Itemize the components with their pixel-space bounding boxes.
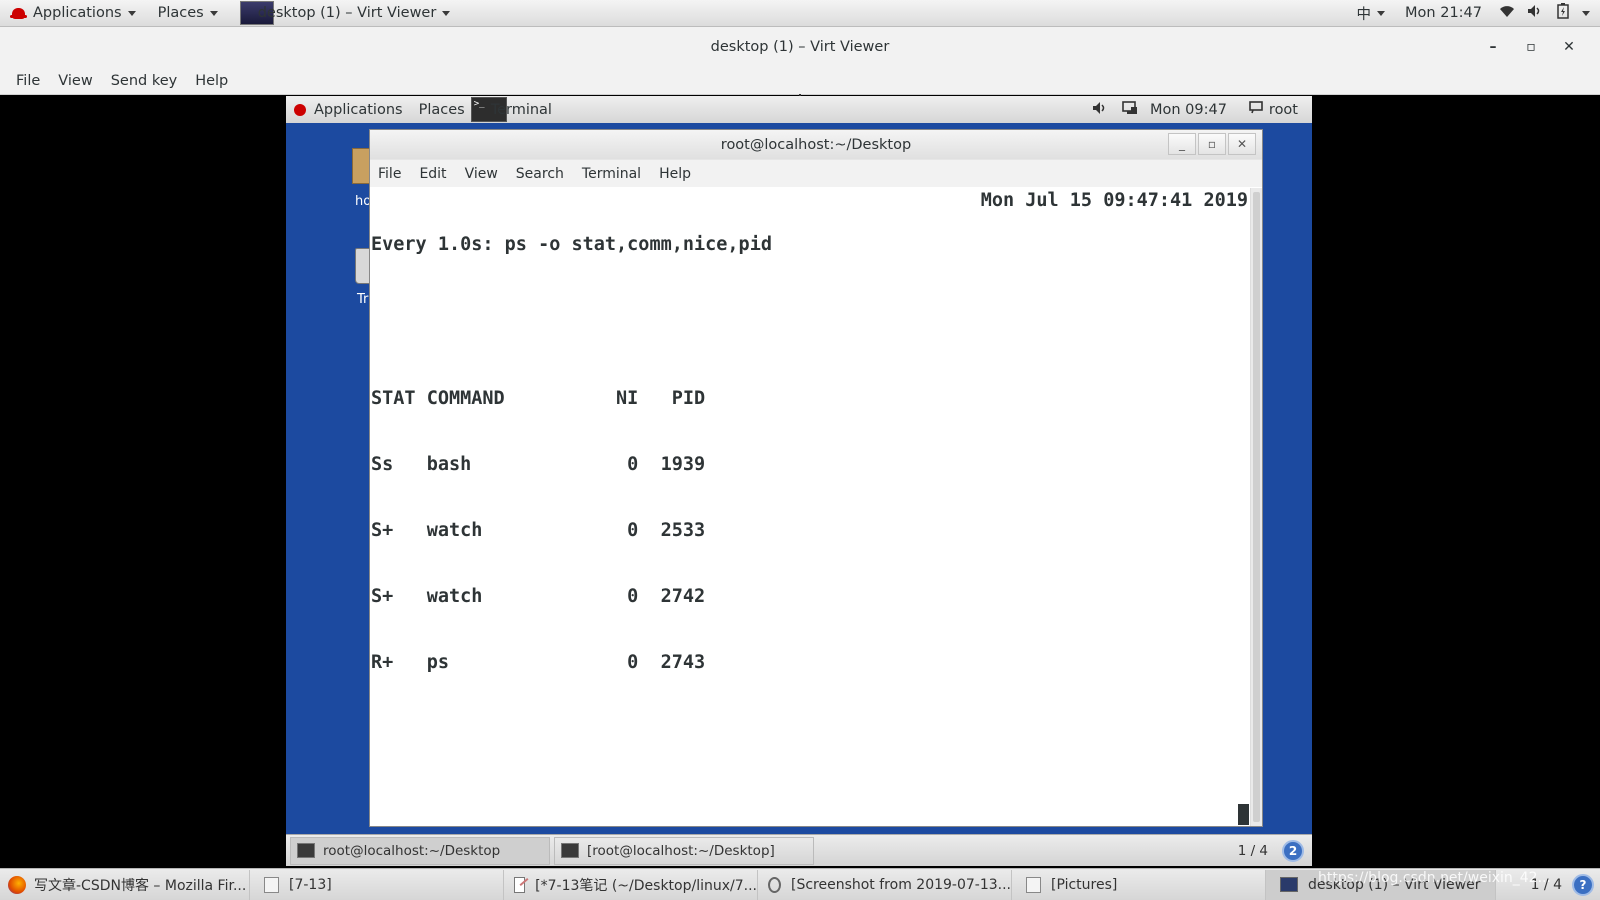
system-menu-chevron-icon[interactable] xyxy=(1582,10,1590,16)
document-icon xyxy=(264,876,279,893)
guest-pager-label: 1 / 4 xyxy=(1237,842,1268,859)
guest-applications-menu[interactable]: Applications xyxy=(314,102,403,118)
host-clock[interactable]: Mon 21:47 xyxy=(1399,0,1488,27)
terminal-icon xyxy=(297,843,315,858)
network-wired-icon[interactable] xyxy=(1122,100,1138,119)
text-cursor xyxy=(1238,804,1249,825)
window-controls: – ▫ ✕ xyxy=(1474,27,1588,67)
watch-timestamp: Mon Jul 15 09:47:41 2019 xyxy=(980,190,1248,211)
host-task-7-13[interactable]: [7-13] xyxy=(250,869,504,900)
virt-viewer-titlebar: desktop (1) – Virt Viewer – ▫ ✕ xyxy=(0,27,1600,67)
input-method-indicator[interactable]: 中 xyxy=(1351,0,1392,27)
chevron-down-icon xyxy=(442,10,451,16)
chevron-down-icon xyxy=(1377,10,1386,16)
redhat-logo-icon xyxy=(10,7,27,19)
terminal-scrollbar[interactable] xyxy=(1250,188,1262,826)
user-icon[interactable] xyxy=(1249,101,1263,118)
terminal-titlebar[interactable]: root@localhost:~/Desktop _ ▫ ✕ xyxy=(370,130,1262,160)
table-row: S+ watch 0 2742 xyxy=(371,586,706,607)
host-task-pictures[interactable]: [Pictures] xyxy=(1012,869,1266,900)
close-button[interactable]: ✕ xyxy=(1550,39,1588,55)
terminal-menu-edit[interactable]: Edit xyxy=(411,166,454,182)
guest-workspace-pager[interactable]: 1 / 4 2 xyxy=(1237,839,1304,862)
table-row: R+ ps 0 2743 xyxy=(371,652,706,673)
text-editor-icon xyxy=(514,876,526,893)
virt-viewer-title: desktop (1) – Virt Viewer xyxy=(710,39,890,55)
input-method-label: 中 xyxy=(1356,6,1372,23)
guest-task-terminal-2[interactable]: [root@localhost:~/Desktop] xyxy=(554,836,814,865)
folder-icon xyxy=(1026,876,1041,893)
terminal-window[interactable]: root@localhost:~/Desktop _ ▫ ✕ File Edit… xyxy=(369,129,1263,827)
guest-status-area: Mon 09:47 root xyxy=(1078,100,1312,119)
host-top-panel: Applications Places desktop (1) – Virt V… xyxy=(0,0,1600,27)
menu-help[interactable]: Help xyxy=(187,73,236,89)
battery-icon[interactable] xyxy=(1554,3,1572,23)
host-notification-icon[interactable]: ? xyxy=(1572,873,1594,896)
guest-terminal-menu[interactable]: Terminal xyxy=(491,102,552,118)
host-applications-label: Applications xyxy=(33,5,122,21)
volume-icon[interactable] xyxy=(1526,4,1544,22)
maximize-button[interactable]: ▫ xyxy=(1512,39,1550,55)
menu-file[interactable]: File xyxy=(8,73,48,89)
virt-viewer-icon xyxy=(1280,877,1298,892)
guest-user-menu[interactable]: root xyxy=(1269,102,1298,118)
terminal-menu-file[interactable]: File xyxy=(370,166,409,182)
wifi-icon[interactable] xyxy=(1498,4,1516,22)
host-task-label: [*7-13笔记 (~/Desktop/linux/7... xyxy=(535,877,757,894)
terminal-window-controls: _ ▫ ✕ xyxy=(1166,133,1256,155)
guest-window-list: root@localhost:~/Desktop [root@localhost… xyxy=(286,834,1312,866)
terminal-menu-search[interactable]: Search xyxy=(508,166,572,182)
host-task-firefox[interactable]: 写文章-CSDN博客 – Mozilla Fir... xyxy=(0,869,250,900)
table-row: Ss bash 0 1939 xyxy=(371,454,706,475)
terminal-icon xyxy=(561,843,579,858)
host-task-screenshot[interactable]: [Screenshot from 2019-07-13... xyxy=(758,869,1012,900)
notification-badge[interactable]: 2 xyxy=(1282,839,1304,862)
guest-top-panel: Applications Places >_ Terminal Mon 09:4… xyxy=(286,96,1312,123)
chevron-down-icon xyxy=(209,10,218,16)
scrollbar-thumb[interactable] xyxy=(1253,192,1260,822)
minimize-button[interactable]: – xyxy=(1474,39,1512,55)
menu-view[interactable]: View xyxy=(50,73,100,89)
terminal-minimize-button[interactable]: _ xyxy=(1168,133,1196,155)
terminal-menu-terminal[interactable]: Terminal xyxy=(574,166,649,182)
redhat-logo-icon xyxy=(294,103,306,116)
host-places-label: Places xyxy=(157,5,204,21)
terminal-close-button[interactable]: ✕ xyxy=(1228,133,1256,155)
virt-viewer-menubar: File View Send key Help xyxy=(0,67,1600,95)
host-task-label: 写文章-CSDN博客 – Mozilla Fir... xyxy=(34,877,247,894)
host-task-label: [Pictures] xyxy=(1051,876,1118,893)
firefox-icon xyxy=(8,875,26,894)
guest-task-label: [root@localhost:~/Desktop] xyxy=(587,842,775,859)
guest-display[interactable]: Applications Places >_ Terminal Mon 09:4… xyxy=(286,96,1312,866)
volume-icon[interactable] xyxy=(1092,101,1108,119)
terminal-menubar: File Edit View Search Terminal Help xyxy=(370,160,1262,187)
host-task-label: [7-13] xyxy=(289,876,332,893)
host-status-area: 中 Mon 21:47 xyxy=(1351,0,1600,27)
host-applications-menu[interactable]: Applications xyxy=(0,0,142,27)
host-task-label: [Screenshot from 2019-07-13... xyxy=(790,876,1011,893)
guest-clock[interactable]: Mon 09:47 xyxy=(1150,102,1227,118)
desktop-icon-label-trash: Tr xyxy=(357,292,369,307)
terminal-maximize-button[interactable]: ▫ xyxy=(1198,133,1226,155)
terminal-title: root@localhost:~/Desktop xyxy=(720,136,912,153)
host-window-label: desktop (1) – Virt Viewer xyxy=(257,5,437,21)
blank-line: ​ xyxy=(371,322,1250,344)
watch-command-line: Every 1.0s: ps -o stat,comm,nice,pid xyxy=(371,234,772,255)
table-header: STAT COMMAND NI PID xyxy=(371,388,706,409)
menu-send-key[interactable]: Send key xyxy=(103,73,186,89)
guest-places-menu[interactable]: Places xyxy=(419,102,465,118)
terminal-output[interactable]: Every 1.0s: ps -o stat,comm,nice,pid Mon… xyxy=(370,188,1250,826)
host-window-menu[interactable]: desktop (1) – Virt Viewer xyxy=(224,0,457,27)
watermark: https://blog.csdn.net/weixin_42... xyxy=(1318,870,1551,886)
terminal-menu-help[interactable]: Help xyxy=(651,166,699,182)
host-clock-label: Mon 21:47 xyxy=(1405,5,1482,21)
host-task-notes[interactable]: [*7-13笔记 (~/Desktop/linux/7... xyxy=(504,869,758,900)
image-viewer-icon xyxy=(768,876,781,893)
guest-task-terminal-1[interactable]: root@localhost:~/Desktop xyxy=(290,836,550,865)
terminal-menu-view[interactable]: View xyxy=(457,166,506,182)
host-places-menu[interactable]: Places xyxy=(152,0,224,27)
chevron-down-icon xyxy=(127,10,136,16)
guest-task-label: root@localhost:~/Desktop xyxy=(323,842,501,859)
table-row: S+ watch 0 2533 xyxy=(371,520,706,541)
